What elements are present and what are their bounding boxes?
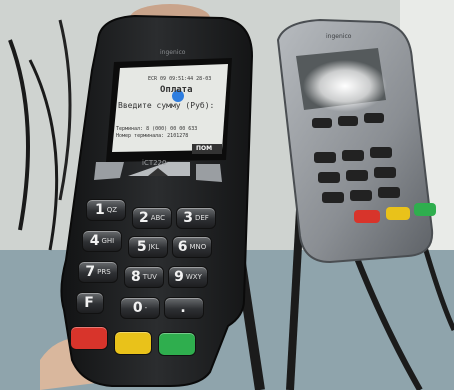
pin-pad-clear-key — [386, 207, 410, 220]
key-4[interactable]: 4 GHI — [82, 230, 122, 252]
soft-key-label: ПОМ — [196, 145, 213, 152]
terminal-brand: ingenico — [160, 49, 186, 56]
scene — [0, 0, 454, 390]
key-3[interactable]: 3 DEF — [176, 207, 216, 229]
nav-key-left — [94, 162, 124, 180]
screen-prompt: Введите сумму (Руб): — [118, 101, 215, 110]
key-8[interactable]: 8 TUV — [124, 266, 164, 288]
clear-key[interactable] — [114, 331, 152, 355]
key-1[interactable]: 1 QZ — [86, 199, 126, 221]
screen-terminal-line: Терминал: 8 (000) 00 00 633 — [116, 126, 198, 132]
screen-glare — [303, 60, 387, 112]
key-7[interactable]: 7 PRS — [78, 261, 118, 283]
screen-model-line: Номер терминала: 2101278 — [116, 133, 189, 139]
pin-pad-brand: ingenico — [326, 33, 352, 40]
enter-key[interactable] — [158, 332, 196, 356]
key-6[interactable]: 6 MNO — [172, 236, 212, 258]
key-9[interactable]: 9 WXY — [168, 266, 208, 288]
pin-pad-cancel-key — [354, 210, 380, 223]
photo: ECR 09 09:51:44 28-03 Оплата Введите сум… — [0, 0, 454, 390]
key-2[interactable]: 2 ABC — [132, 207, 172, 229]
cancel-key[interactable] — [70, 326, 108, 350]
model-badge: iCT220 — [142, 159, 167, 167]
key-dot[interactable]: . — [164, 297, 204, 319]
key-0[interactable]: 0- — [120, 297, 160, 319]
screen-status-line: ECR 09 09:51:44 28-03 — [148, 76, 212, 82]
key-f[interactable]: F — [76, 292, 104, 314]
nav-key-right — [196, 164, 222, 182]
screen-title: Оплата — [160, 85, 193, 95]
pin-pad-enter-key — [414, 203, 436, 216]
key-5[interactable]: 5 JKL — [128, 236, 168, 258]
